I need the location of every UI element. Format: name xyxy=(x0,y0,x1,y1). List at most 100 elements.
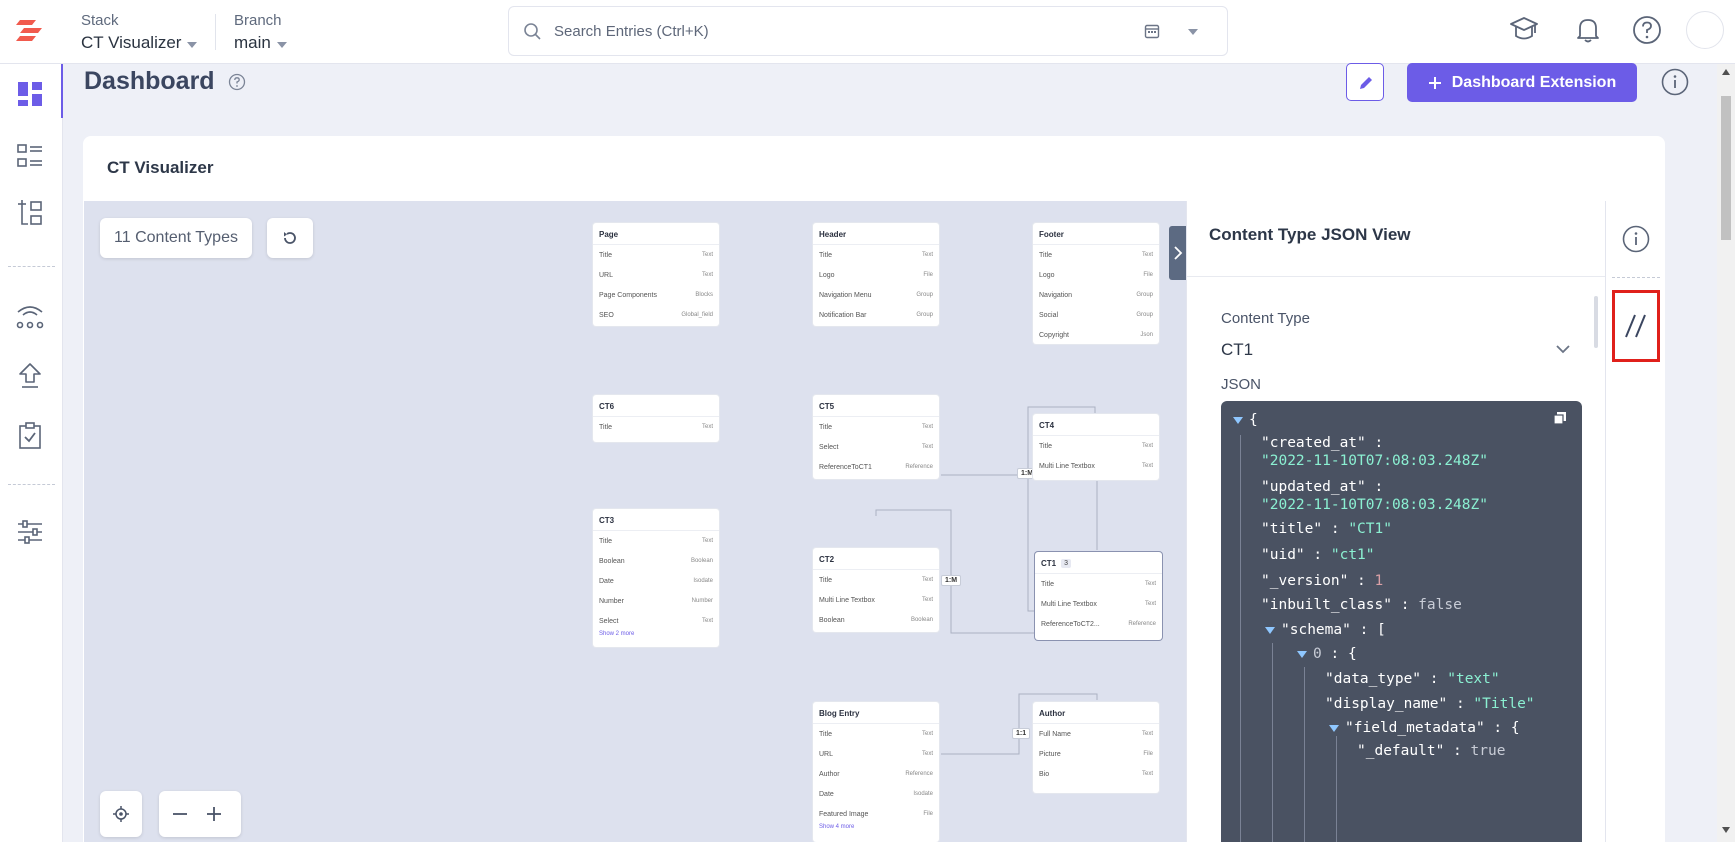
field-name: Title xyxy=(819,423,832,431)
field-type: Group xyxy=(1136,292,1153,298)
field-type: Reference xyxy=(905,771,933,777)
indent-guide xyxy=(1272,643,1273,842)
publish-queue-icon[interactable] xyxy=(14,360,46,392)
collapse-toggle-icon[interactable] xyxy=(1233,416,1243,424)
calendar-icon[interactable] xyxy=(1144,23,1160,39)
node-field: Number Number xyxy=(593,591,719,611)
zoom-out-icon[interactable] xyxy=(171,807,189,821)
node-title-text: Blog Entry xyxy=(819,709,860,718)
field-type: Text xyxy=(921,577,933,583)
chevron-down-icon[interactable] xyxy=(1187,27,1199,37)
stack-selector[interactable]: Stack CT Visualizer xyxy=(81,12,198,53)
zoom-controls xyxy=(159,791,241,837)
field-type: Reference xyxy=(905,464,933,470)
collapse-toggle-icon[interactable] xyxy=(1265,626,1275,634)
scroll-up-icon[interactable] xyxy=(1721,68,1731,76)
node-ct1[interactable]: CT1 3 Title Text Multi Line Textbox Text Refer… xyxy=(1035,552,1162,640)
diagram-canvas[interactable]: 11 Content Types 1:M 1:M 1:1 Page Title Te… xyxy=(84,201,1187,842)
show-more-link[interactable]: Show 2 more xyxy=(593,631,719,643)
scroll-down-icon[interactable] xyxy=(1721,826,1731,834)
node-field: Title Text xyxy=(593,531,719,551)
dashboard-extension-button[interactable]: Dashboard Extension xyxy=(1407,63,1637,102)
field-name: Title xyxy=(599,251,612,259)
node-field: URL Text xyxy=(813,744,939,764)
edit-dashboard-button[interactable] xyxy=(1346,63,1384,101)
settings-sliders-icon[interactable] xyxy=(14,516,46,548)
left-sidebar xyxy=(0,64,63,842)
show-more-link[interactable]: Show 4 more xyxy=(813,824,939,836)
collapse-toggle-icon[interactable] xyxy=(1329,724,1339,732)
dashboard-icon[interactable] xyxy=(14,78,46,110)
field-type: Text xyxy=(921,444,933,450)
releases-icon[interactable] xyxy=(14,300,46,332)
field-type: File xyxy=(1143,272,1153,278)
field-type: Text xyxy=(701,424,713,430)
node-field: Date Isodate xyxy=(593,571,719,591)
field-name: Title xyxy=(599,423,612,431)
node-title: Page xyxy=(593,223,719,245)
field-type: File xyxy=(1143,751,1153,757)
node-ct5[interactable]: CT5 Title Text Select Text ReferenceToCT1 Refe… xyxy=(813,395,939,479)
field-type: Isodate xyxy=(913,791,933,797)
content-type-select[interactable]: CT1 xyxy=(1221,331,1571,367)
zoom-in-icon[interactable] xyxy=(205,805,223,823)
node-ct2[interactable]: CT2 Title Text Multi Line Textbox Text Boolea… xyxy=(813,548,939,632)
tasks-icon[interactable] xyxy=(14,420,46,452)
avatar[interactable] xyxy=(1686,11,1724,49)
field-name: Logo xyxy=(1039,271,1055,279)
copy-icon[interactable] xyxy=(1553,411,1567,425)
bell-icon[interactable] xyxy=(1572,14,1604,46)
entries-icon[interactable] xyxy=(14,140,46,172)
help-icon[interactable] xyxy=(228,73,246,91)
branch-selector[interactable]: Branch main xyxy=(234,12,287,53)
academy-icon[interactable] xyxy=(1508,14,1540,46)
json-view-toggle[interactable] xyxy=(1612,290,1660,362)
field-type: Boolean xyxy=(910,617,933,623)
node-ct3[interactable]: CT3 Title Text Boolean Boolean Date Isodate Num… xyxy=(593,509,719,647)
field-name: Title xyxy=(1039,251,1052,259)
node-title-text: CT2 xyxy=(819,555,835,564)
content-type-label: Content Type xyxy=(1221,310,1310,327)
field-name: Featured Image xyxy=(819,810,869,818)
scrollbar-thumb[interactable] xyxy=(1721,96,1731,240)
fit-view-button[interactable] xyxy=(100,791,142,837)
node-title: CT3 xyxy=(593,509,719,531)
collapse-panel-button[interactable] xyxy=(1169,226,1187,280)
info-icon[interactable] xyxy=(1621,224,1651,254)
node-field: Select Text xyxy=(813,437,939,457)
node-title-text: CT1 xyxy=(1041,559,1057,568)
ct-visualizer-card: CT Visualizer 11 Content Types 1:M 1:M 1… xyxy=(83,136,1665,842)
field-name: Picture xyxy=(1039,750,1061,758)
help-icon[interactable] xyxy=(1631,14,1663,46)
divider xyxy=(215,14,216,50)
content-models-icon[interactable] xyxy=(14,196,46,228)
field-name: Date xyxy=(819,790,834,798)
node-header[interactable]: Header Title Text Logo File Navigation Menu Gr… xyxy=(813,223,939,326)
info-icon[interactable] xyxy=(1660,67,1690,97)
json-view-panel: Content Type JSON View Content Type CT1 … xyxy=(1186,201,1606,842)
json-label: JSON xyxy=(1221,376,1262,393)
contentstack-logo[interactable] xyxy=(14,16,46,46)
collapse-toggle-icon[interactable] xyxy=(1297,650,1307,658)
code-slash-icon xyxy=(1625,314,1646,338)
panel-title: Content Type JSON View xyxy=(1209,225,1411,244)
field-type: Boolean xyxy=(690,558,713,564)
node-ct4[interactable]: CT4 Title Text Multi Line Textbox Text xyxy=(1033,414,1159,480)
field-type: Text xyxy=(1141,731,1153,737)
node-title: CT2 xyxy=(813,548,939,570)
field-name: URL xyxy=(819,750,834,758)
search-input[interactable]: Search Entries (Ctrl+K) xyxy=(508,6,1228,56)
node-footer[interactable]: Footer Title Text Logo File Navigation Group So… xyxy=(1033,223,1159,344)
page-scrollbar[interactable] xyxy=(1717,64,1735,842)
field-type: Text xyxy=(701,618,713,624)
node-ct6[interactable]: CT6 Title Text xyxy=(593,395,719,442)
card-title: CT Visualizer xyxy=(107,158,214,177)
panel-scrollbar[interactable] xyxy=(1594,296,1598,348)
node-page[interactable]: Page Title Text URL Text Page Components Block… xyxy=(593,223,719,326)
chevron-down-icon xyxy=(276,41,287,48)
field-name: Author xyxy=(819,770,840,778)
field-type: Text xyxy=(1144,581,1156,587)
node-blog-entry[interactable]: Blog Entry Title Text URL Text Author Referenc… xyxy=(813,702,939,842)
node-author[interactable]: Author Full Name Text Picture File Bio Text xyxy=(1033,702,1159,793)
indent-guide xyxy=(1336,736,1337,842)
